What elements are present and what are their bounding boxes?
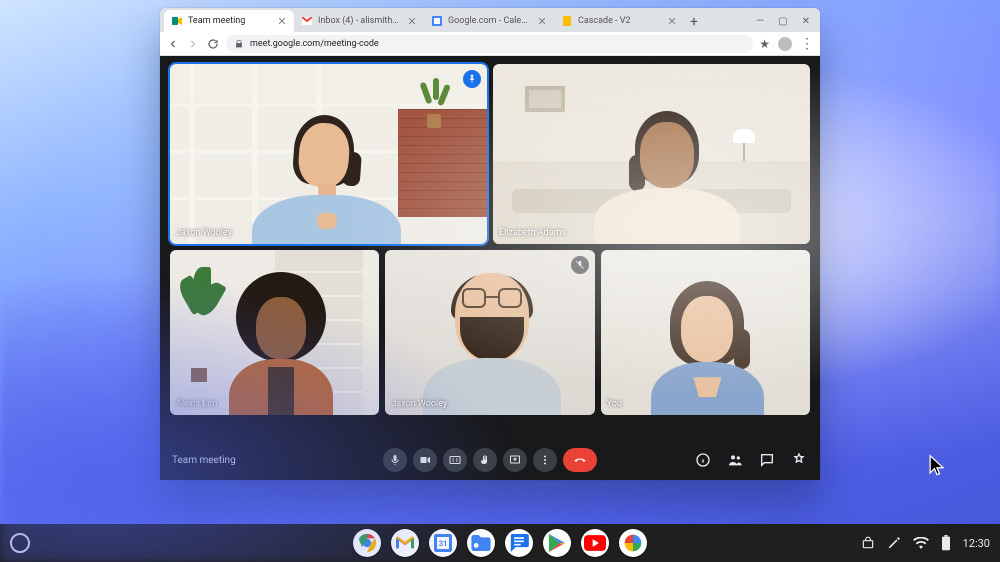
tote-icon[interactable]: [861, 536, 875, 550]
meet-icon: [172, 16, 182, 26]
chrome-window: Team meeting Inbox (4) - alismith@gmail.…: [160, 8, 820, 480]
app-messages[interactable]: [505, 529, 533, 557]
browser-menu-icon[interactable]: ⋮: [800, 36, 814, 52]
tab-meet[interactable]: Team meeting: [164, 10, 294, 32]
tabstrip: Team meeting Inbox (4) - alismith@gmail.…: [160, 8, 820, 32]
app-photos[interactable]: [619, 529, 647, 557]
back-icon[interactable]: [166, 37, 180, 51]
tab-label: Cascade - V2: [578, 16, 661, 26]
tab-label: Google.com - Calendar: [448, 16, 531, 26]
participant-tile[interactable]: Elizabeth Adams: [493, 64, 810, 244]
meeting-info-button[interactable]: [694, 451, 712, 469]
microphone-button[interactable]: [383, 448, 407, 472]
present-button[interactable]: [503, 448, 527, 472]
calendar-icon: [432, 16, 442, 26]
tab-label: Team meeting: [188, 16, 271, 26]
clock[interactable]: 12:30: [963, 537, 990, 550]
tab-calendar[interactable]: Google.com - Calendar: [424, 10, 554, 32]
participant-tile[interactable]: Alexis Lim: [170, 250, 379, 415]
tab-gmail[interactable]: Inbox (4) - alismith@gmail.com: [294, 10, 424, 32]
camera-button[interactable]: [413, 448, 437, 472]
desktop: Team meeting Inbox (4) - alismith@gmail.…: [0, 0, 1000, 562]
participant-name: Alexis Lim: [176, 399, 217, 409]
new-tab-button[interactable]: +: [684, 12, 704, 32]
system-tray[interactable]: 12:30: [861, 535, 990, 551]
star-icon[interactable]: ★: [759, 37, 770, 51]
omnibox[interactable]: meet.google.com/meeting-code: [226, 35, 753, 53]
close-icon[interactable]: [537, 17, 546, 26]
tab-cascade[interactable]: Cascade - V2: [554, 10, 684, 32]
reload-icon[interactable]: [206, 37, 220, 51]
meeting-title: Team meeting: [172, 455, 236, 466]
captions-button[interactable]: [443, 448, 467, 472]
end-call-button[interactable]: [563, 448, 597, 472]
participant-grid: Jaxon Wooley Elizabeth Adams: [170, 64, 810, 415]
participant-tile[interactable]: Jaxon Wooley: [385, 250, 594, 415]
app-play-store[interactable]: [543, 529, 571, 557]
forward-icon[interactable]: [186, 37, 200, 51]
shelf-apps: 31: [353, 529, 647, 557]
app-chrome[interactable]: [353, 529, 381, 557]
browser-toolbar: meet.google.com/meeting-code ★ ⋮: [160, 32, 820, 56]
participant-tile[interactable]: You: [601, 250, 810, 415]
minimize-icon[interactable]: —: [756, 16, 764, 27]
meet-controls-bar: Team meeting: [160, 440, 820, 480]
close-window-icon[interactable]: ✕: [802, 16, 810, 27]
app-calendar[interactable]: 31: [429, 529, 457, 557]
participant-name: Jaxon Wooley: [391, 399, 447, 409]
close-icon[interactable]: [407, 17, 416, 26]
participant-name: Jaxon Wooley: [176, 228, 232, 238]
gmail-icon: [302, 16, 312, 26]
app-gmail[interactable]: [391, 529, 419, 557]
muted-icon: [571, 256, 589, 274]
meet-app: Jaxon Wooley Elizabeth Adams: [160, 56, 820, 480]
url-text: meet.google.com/meeting-code: [250, 39, 379, 49]
maximize-icon[interactable]: ▢: [778, 16, 787, 27]
svg-text:31: 31: [439, 539, 448, 548]
window-controls: — ▢ ✕: [756, 10, 820, 32]
docs-icon: [562, 16, 572, 26]
lock-icon: [234, 39, 244, 49]
launcher-button[interactable]: [10, 533, 30, 553]
stylus-icon[interactable]: [887, 536, 901, 550]
close-icon[interactable]: [277, 17, 286, 26]
app-files[interactable]: [467, 529, 495, 557]
raise-hand-button[interactable]: [473, 448, 497, 472]
participant-name: Elizabeth Adams: [499, 228, 566, 238]
shelf: 31 12:30: [0, 524, 1000, 562]
close-icon[interactable]: [667, 17, 676, 26]
pin-icon: [463, 70, 481, 88]
activities-button[interactable]: [790, 451, 808, 469]
participant-tile[interactable]: Jaxon Wooley: [170, 64, 487, 244]
participant-name: You: [607, 399, 622, 409]
battery-icon[interactable]: [941, 535, 951, 551]
tab-label: Inbox (4) - alismith@gmail.com: [318, 16, 401, 26]
wifi-icon[interactable]: [913, 537, 929, 549]
more-options-button[interactable]: [533, 448, 557, 472]
app-youtube[interactable]: [581, 529, 609, 557]
people-button[interactable]: [726, 451, 744, 469]
cursor-icon: [928, 454, 946, 478]
chat-button[interactable]: [758, 451, 776, 469]
profile-avatar[interactable]: [778, 37, 792, 51]
